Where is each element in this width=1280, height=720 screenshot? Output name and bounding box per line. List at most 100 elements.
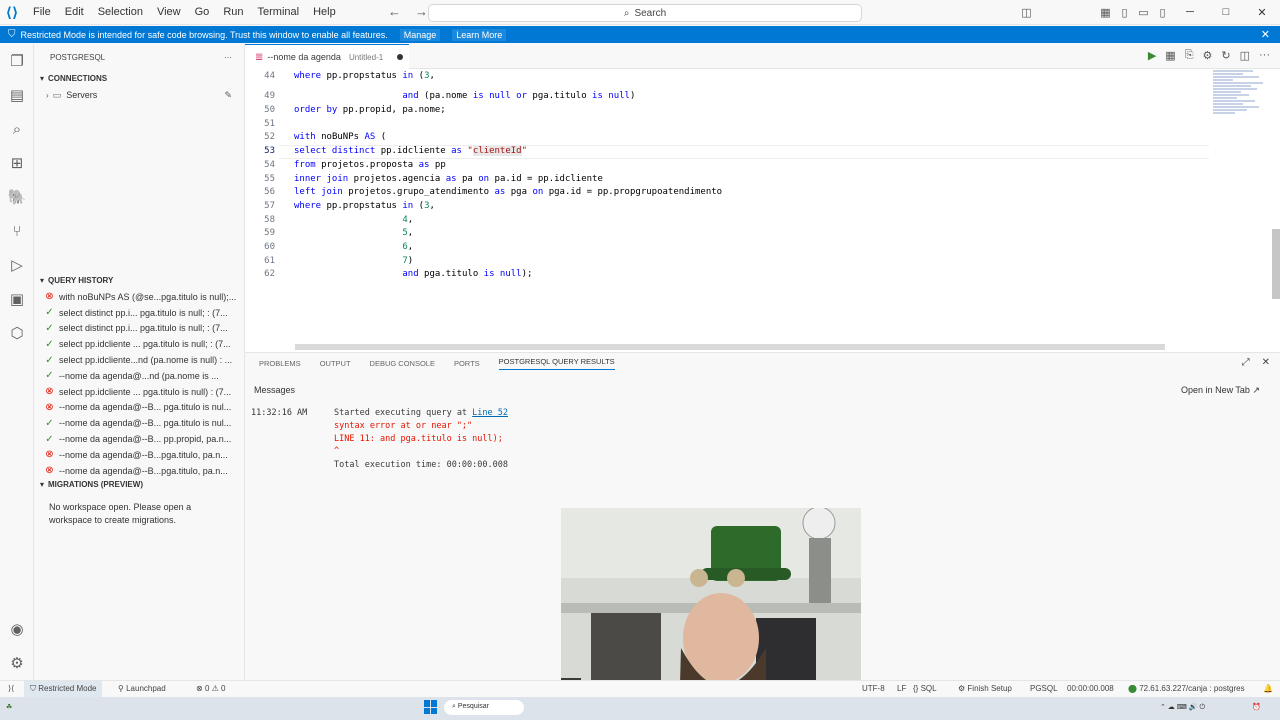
extensions-icon[interactable]: ⊞ [0, 146, 34, 180]
close-icon[interactable]: ✕ [1261, 28, 1270, 41]
menu-selection[interactable]: Selection [91, 6, 150, 18]
restricted-mode-status[interactable]: ⛉ Restricted Mode [24, 681, 103, 697]
history-icon[interactable]: ↻ [1221, 49, 1230, 62]
command-center-search[interactable]: ⌕ Search [428, 4, 862, 22]
files-icon[interactable]: ▤ [0, 78, 34, 112]
back-arrow-icon[interactable]: ← [388, 4, 401, 19]
learn-more-button[interactable]: Learn More [452, 28, 507, 41]
history-item[interactable]: ✓ select pp.idcliente...nd (pa.nome is nu… [34, 352, 245, 368]
containers-icon[interactable]: ⬡ [0, 316, 34, 350]
code-line[interactable]: 51 [245, 117, 1205, 131]
code-line[interactable]: 44 where pp.propstatus in (3, [245, 69, 1205, 83]
more-actions-icon[interactable]: ··· [224, 53, 232, 62]
settings-gear-icon[interactable]: ⚙ [0, 646, 34, 680]
minimap[interactable] [1211, 69, 1271, 135]
code-line[interactable]: 49 and (pa.nome is null or pga.titulo is… [245, 90, 1205, 104]
close-window-icon[interactable]: ✕ [1244, 6, 1280, 19]
history-item[interactable]: ✓ select distinct pp.i... pga.titulo is n… [34, 321, 245, 337]
tab-problems[interactable]: PROBLEMS [259, 359, 301, 368]
run-query-icon[interactable]: ▶ [1148, 49, 1156, 62]
menu-help[interactable]: Help [306, 6, 343, 18]
toggle-secondary-sidebar-icon[interactable]: ▯ [1153, 6, 1172, 19]
migrations-section-header[interactable]: ▾ MIGRATIONS (PREVIEW) [34, 476, 245, 493]
history-item[interactable]: ⊗ --nome da agenda@--B... pga.titulo is n… [34, 400, 245, 416]
code-line[interactable]: 54 from projetos.proposta as pp [245, 158, 1205, 172]
explain-icon[interactable]: ⎘ [1185, 49, 1194, 62]
history-item[interactable]: ✓ --nome da agenda@--B... pp.propid, pa.n… [34, 431, 245, 447]
vertical-scrollbar[interactable] [1272, 229, 1280, 299]
toggle-panel-icon[interactable]: ▭ [1134, 6, 1153, 19]
encoding-status[interactable]: UTF-8 [862, 684, 885, 693]
query-history-section-header[interactable]: ▾ QUERY HISTORY [34, 272, 245, 289]
close-panel-icon[interactable]: ✕ [1262, 357, 1270, 368]
finish-setup-status[interactable]: ⚙ Finish Setup [958, 684, 1012, 693]
history-item[interactable]: ⊗ select pp.idcliente ... pga.titulo is n… [34, 384, 245, 400]
pgsql-status[interactable]: PGSQL [1030, 684, 1058, 693]
servers-tree-item[interactable]: › ▭ Servers ✎ [34, 87, 244, 103]
history-item[interactable]: ✓ select distinct pp.i... pga.titulo is n… [34, 305, 245, 321]
language-status[interactable]: {} SQL [913, 684, 937, 693]
menu-edit[interactable]: Edit [58, 6, 91, 18]
tab-postgresql-query-results[interactable]: POSTGRESQL QUERY RESULTS [498, 357, 615, 370]
line-52-link[interactable]: Line 52 [472, 408, 508, 418]
account-icon[interactable]: ◉ [0, 612, 34, 646]
split-editor-icon[interactable]: ◫ [1240, 49, 1250, 62]
open-in-new-tab-link[interactable]: Open in New Tab ↗ [1181, 385, 1260, 396]
menu-view[interactable]: View [150, 6, 188, 18]
results-grid-icon[interactable]: ▦ [1165, 49, 1175, 62]
connections-section-header[interactable]: ▾ CONNECTIONS [34, 70, 244, 87]
tab-untitled-1[interactable]: ≣ --nome da agenda Untitled-1 [245, 44, 409, 69]
menu-terminal[interactable]: Terminal [251, 6, 307, 18]
connection-settings-icon[interactable]: ⚙ [1203, 49, 1213, 62]
menu-go[interactable]: Go [188, 6, 217, 18]
unsaved-dot-icon[interactable] [397, 54, 404, 60]
history-item[interactable]: ✓ --nome da agenda@--B... pga.titulo is n… [34, 415, 245, 431]
code-line[interactable]: 58 4, [245, 213, 1205, 227]
code-line[interactable]: 55 inner join projetos.agencia as pa on p… [245, 172, 1205, 186]
search-view-icon[interactable]: ⌕ [0, 112, 34, 146]
menu-run[interactable]: Run [216, 6, 250, 18]
toggle-sidebar-icon[interactable]: ▯ [1115, 6, 1134, 19]
code-editor[interactable]: 44 where pp.propstatus in (3, 49 and (pa.n… [245, 69, 1280, 352]
tab-output[interactable]: OUTPUT [320, 359, 351, 368]
code-line[interactable]: 61 7) [245, 254, 1205, 268]
windows-start-icon[interactable] [424, 700, 438, 714]
menu-file[interactable]: File [26, 6, 58, 18]
history-item[interactable]: ✓ --nome da agenda@...nd (pa.nome is ... [34, 368, 245, 384]
maximize-icon[interactable]: □ [1208, 6, 1244, 19]
code-line[interactable]: 50 order by pp.propid, pa.nome; [245, 103, 1205, 117]
remote-explorer-icon[interactable]: ▣ [0, 282, 34, 316]
copilot-icon[interactable]: ◫ [1017, 6, 1036, 19]
horizontal-scrollbar[interactable] [295, 344, 1165, 350]
code-line[interactable]: 60 6, [245, 240, 1205, 254]
code-line[interactable]: 59 5, [245, 227, 1205, 241]
customize-layout-icon[interactable]: ▦ [1096, 6, 1115, 19]
manage-button[interactable]: Manage [399, 28, 441, 41]
history-item[interactable]: ✓ select pp.idcliente ... pga.titulo is n… [34, 336, 245, 352]
tray-icons[interactable]: ⌃ ☁ ⌨ 🔊 ⏻ [1160, 703, 1205, 712]
taskbar-search[interactable]: ⌕ Pesquisar [444, 700, 524, 715]
eol-status[interactable]: LF [897, 684, 906, 693]
more-actions-icon[interactable]: ··· [1259, 49, 1270, 62]
edit-pencil-icon[interactable]: ✎ [224, 90, 232, 101]
tab-debug-console[interactable]: DEBUG CONSOLE [370, 359, 435, 368]
problems-status[interactable]: ⊗ 0 ⚠ 0 [196, 684, 225, 693]
code-line[interactable]: 56 left join projetos.grupo_atendimento a… [245, 185, 1205, 199]
postgresql-icon[interactable]: 🐘 [0, 180, 34, 214]
maximize-panel-icon[interactable]: ⤢ [1242, 357, 1250, 368]
remote-indicator-icon[interactable]: ⟩⟨ [8, 684, 14, 693]
weather-icon[interactable]: ☘ [6, 703, 12, 711]
history-item[interactable]: ⊗ with noBuNPs AS (@se...pga.titulo is nu… [34, 289, 245, 305]
notifications-bell-icon[interactable]: 🔔 [1263, 684, 1273, 693]
clock[interactable]: ⏰ [1252, 703, 1261, 711]
minimize-icon[interactable]: ─ [1172, 6, 1208, 19]
code-line[interactable]: 57 where pp.propstatus in (3, [245, 199, 1205, 213]
launchpad-status[interactable]: ⚲ Launchpad [118, 684, 166, 693]
source-control-icon[interactable]: ⑂ [0, 214, 34, 248]
code-line[interactable]: 62 and pga.titulo is null); [245, 268, 1205, 282]
connection-status[interactable]: ⬤ 72.61.63.227/canja : postgres [1128, 684, 1245, 693]
explorer-icon[interactable]: ❐ [0, 44, 34, 78]
code-line[interactable]: 52 with noBuNPs AS ( [245, 131, 1205, 145]
run-debug-icon[interactable]: ▷ [0, 248, 34, 282]
code-line[interactable]: 53 select distinct pp.idcliente as "clien… [245, 144, 1205, 158]
